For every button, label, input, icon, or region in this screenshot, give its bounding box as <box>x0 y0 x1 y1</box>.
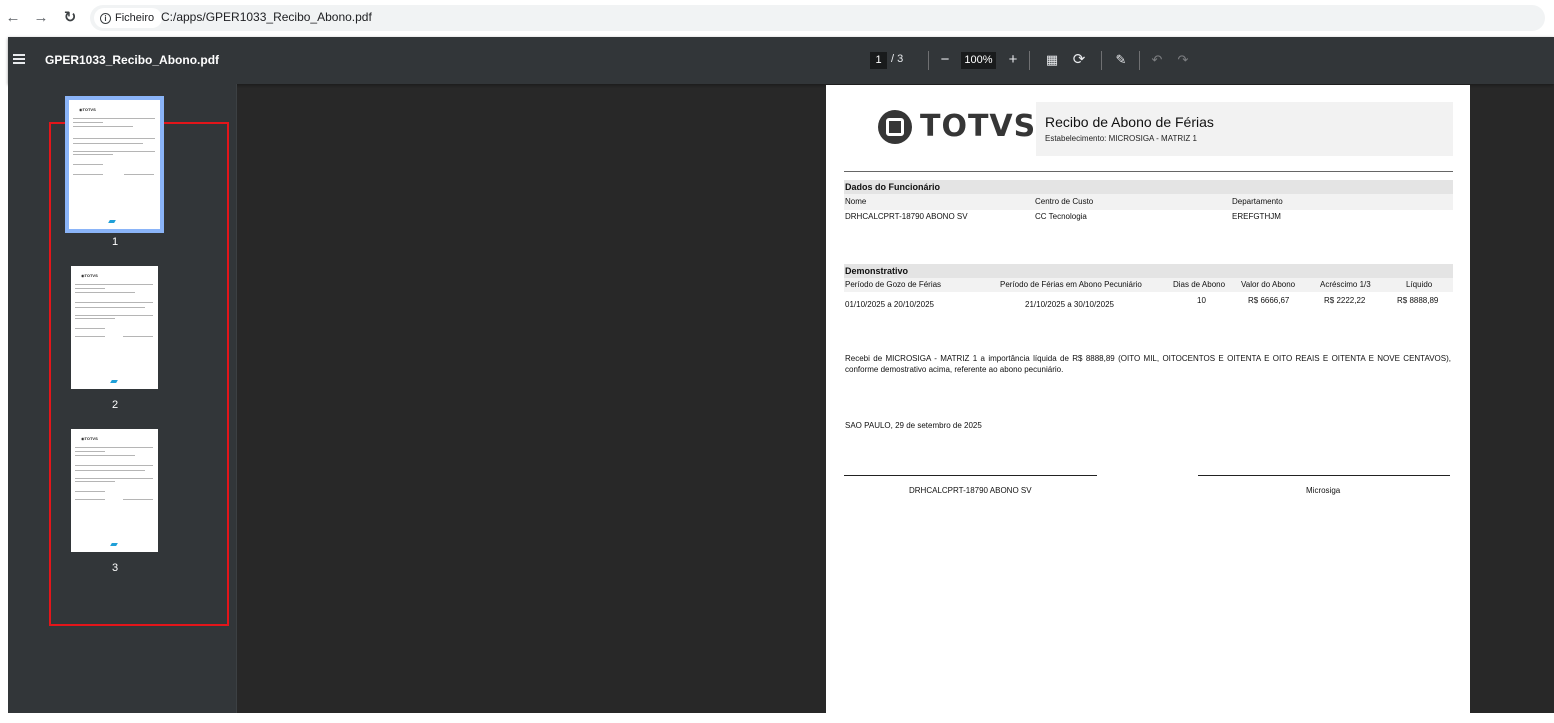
thumbnail-label: 2 <box>111 399 119 411</box>
pdf-viewer: GPER1033_Recibo_Abono.pdf 1 / 3 − 100% +… <box>8 37 1554 713</box>
forward-arrow-icon[interactable]: → <box>32 9 50 27</box>
info-icon: i <box>100 12 111 24</box>
department: EREFGTHJM <box>1232 212 1281 221</box>
column-header: Período de Gozo de Férias <box>845 280 942 289</box>
cost-center: CC Tecnologia <box>1035 212 1087 221</box>
bonus-period: 21/10/2025 a 30/10/2025 <box>1025 300 1114 309</box>
column-header: Dias de Abono <box>1173 280 1226 289</box>
page-number-input[interactable]: 1 <box>870 52 887 69</box>
page-thumbnail-3[interactable]: ◉TOTVS <box>71 429 158 552</box>
annotate-pen-icon[interactable]: ✎ <box>1111 50 1131 70</box>
thumbnail-logo: ◉TOTVS <box>81 273 98 278</box>
column-header: Valor do Abono <box>1241 280 1296 289</box>
receipt-text: Recebi de MICROSIGA - MATRIZ 1 a importâ… <box>845 354 1451 374</box>
thumbnail-label: 3 <box>111 562 119 574</box>
row-shade <box>844 194 1453 210</box>
column-header: Departamento <box>1232 197 1283 206</box>
zoom-in-icon[interactable]: + <box>1003 50 1023 70</box>
column-header: Acréscimo 1/3 <box>1320 280 1371 289</box>
redo-icon[interactable]: ↷ <box>1173 50 1193 70</box>
net-value: R$ 8888,89 <box>1397 296 1439 305</box>
undo-icon[interactable]: ↶ <box>1147 50 1167 70</box>
browser-bar: ← → ↻ i Ficheiro C:/apps/GPER1033_Recibo… <box>0 0 1554 37</box>
url-text[interactable]: C:/apps/GPER1033_Recibo_Abono.pdf <box>161 10 372 24</box>
bonus-value: R$ 6666,67 <box>1248 296 1290 305</box>
bonus-days: 10 <box>1197 296 1206 305</box>
toolbar-divider <box>928 51 929 70</box>
pdf-page: TOTVS Recibo de Abono de Férias Estabele… <box>826 85 1470 713</box>
receipt-title: Recibo de Abono de Férias <box>1045 114 1214 130</box>
page-count: / 3 <box>891 53 904 65</box>
document-title: GPER1033_Recibo_Abono.pdf <box>45 53 220 67</box>
site-info-chip[interactable]: i Ficheiro <box>94 8 163 28</box>
totvs-logo-icon <box>878 109 912 144</box>
thumbnail-sidebar: ◉TOTVS 1 ◉TOTVS 2 ◉TOTVS 3 <box>8 84 237 713</box>
title-box: Recibo de Abono de Férias Estabeleciment… <box>1036 102 1453 156</box>
toolbar-divider <box>1101 51 1102 70</box>
menu-icon[interactable] <box>11 52 27 68</box>
establishment-text: Estabelecimento: MICROSIGA - MATRIZ 1 <box>1045 134 1197 143</box>
thumbnail-label: 1 <box>111 236 119 248</box>
column-header: Líquido <box>1406 280 1433 289</box>
logo-text: TOTVS <box>920 109 1037 144</box>
back-arrow-icon[interactable]: ← <box>4 9 22 27</box>
page-thumbnail-1[interactable]: ◉TOTVS <box>65 96 164 233</box>
thumbnail-logo: ◉TOTVS <box>79 107 96 112</box>
fit-page-icon[interactable]: ▦ <box>1042 50 1062 70</box>
pdf-toolbar: GPER1033_Recibo_Abono.pdf 1 / 3 − 100% +… <box>8 37 1554 84</box>
zoom-out-icon[interactable]: − <box>935 50 955 70</box>
employee-section-heading: Dados do Funcionário <box>844 180 1453 194</box>
site-label: Ficheiro <box>115 12 155 24</box>
vacation-period: 01/10/2025 a 20/10/2025 <box>845 300 934 309</box>
column-header: Centro de Custo <box>1035 197 1094 206</box>
toolbar-divider <box>1139 51 1140 70</box>
reload-icon[interactable]: ↻ <box>61 9 79 27</box>
column-header: Período de Férias em Abono Pecuniário <box>1000 280 1142 289</box>
statement-section-heading: Demonstrativo <box>844 264 1453 278</box>
company-signature-name: Microsiga <box>1306 486 1341 495</box>
toolbar-divider <box>1029 51 1030 70</box>
third-increase: R$ 2222,22 <box>1324 296 1366 305</box>
page-thumbnail-2[interactable]: ◉TOTVS <box>71 266 158 389</box>
totvs-logo: TOTVS <box>878 109 1036 144</box>
rotate-icon[interactable]: ⟳ <box>1069 50 1089 70</box>
signature-line <box>844 475 1097 476</box>
signature-line <box>1198 475 1450 476</box>
divider <box>844 171 1453 172</box>
employee-signature-name: DRHCALCPRT-18790 ABONO SV <box>909 486 1032 495</box>
thumbnail-logo: ◉TOTVS <box>81 436 98 441</box>
employee-name: DRHCALCPRT-18790 ABONO SV <box>845 212 968 221</box>
place-date: SAO PAULO, 29 de setembro de 2025 <box>845 421 982 430</box>
address-bar[interactable]: i Ficheiro C:/apps/GPER1033_Recibo_Abono… <box>90 5 1545 31</box>
column-header: Nome <box>845 197 867 206</box>
zoom-input[interactable]: 100% <box>961 52 996 69</box>
